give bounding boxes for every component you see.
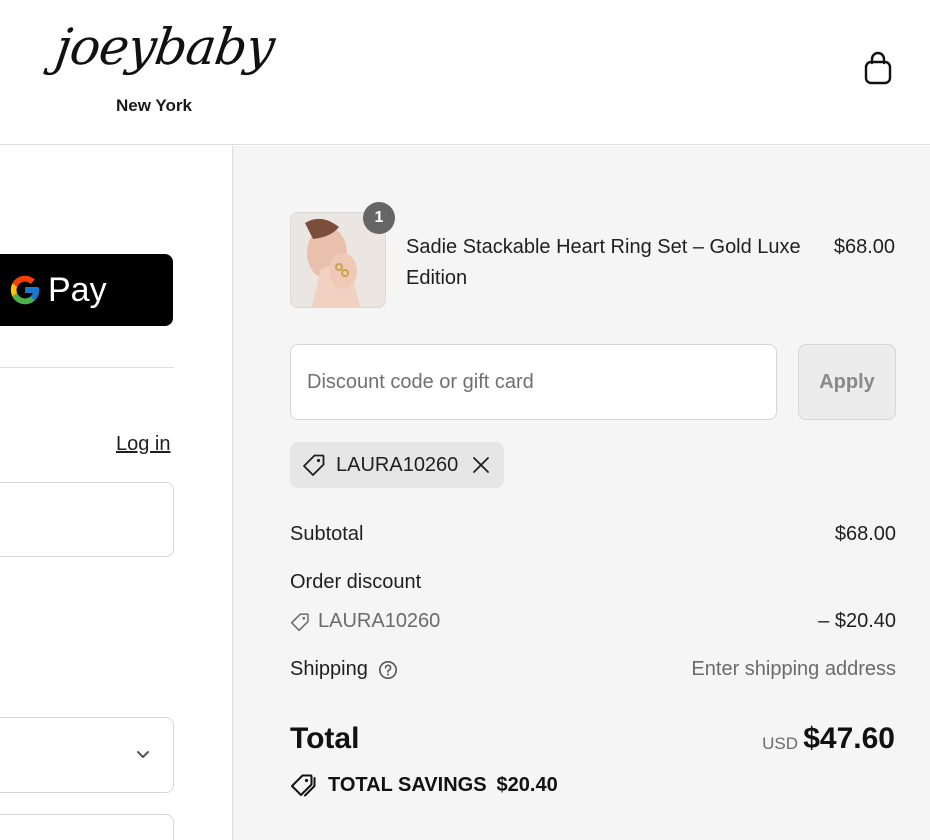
name-field[interactable] [0, 814, 174, 840]
product-price: $68.00 [833, 236, 895, 258]
apply-discount-button[interactable]: Apply [798, 344, 896, 420]
total-value: $47.60 [803, 722, 895, 755]
logo-subtitle: New York [116, 96, 192, 115]
logo-script: joeybaby [51, 18, 278, 76]
total-savings: TOTAL SAVINGS $20.40 [290, 773, 558, 797]
savings-label: TOTAL SAVINGS [328, 773, 487, 796]
total-label: Total [290, 722, 360, 755]
question-circle-icon [378, 660, 397, 679]
shopping-bag-icon [864, 51, 892, 85]
applied-discount-chip: LAURA10260 [290, 442, 505, 488]
divider [0, 367, 174, 368]
savings-tag-icon [291, 774, 316, 797]
google-g-icon [10, 275, 40, 305]
close-icon [473, 457, 490, 473]
store-logo[interactable]: joeybaby New York [52, 18, 278, 118]
country-select[interactable] [0, 717, 174, 793]
google-pay-label: Pay [48, 270, 107, 309]
shipping-label: Shipping [290, 658, 368, 680]
applied-code-label: LAURA10260 [336, 453, 459, 476]
order-discount-code-row: LAURA10260 – $20.40 [290, 610, 896, 633]
subtotal-label: Subtotal [290, 523, 364, 545]
tag-icon [303, 454, 325, 476]
subtotal-row: Subtotal $68.00 [290, 523, 896, 546]
shipping-value: Enter shipping address [691, 658, 896, 680]
order-summary: 1 Sadie Stackable Heart Ring Set – Gold … [232, 146, 930, 840]
order-discount-label: Order discount [290, 571, 422, 593]
login-link[interactable]: Log in [116, 433, 171, 456]
order-discount-value: – $20.40 [818, 610, 896, 632]
discount-code-input[interactable] [290, 344, 777, 420]
cart-button[interactable] [858, 48, 898, 88]
total-currency: USD [762, 734, 798, 753]
tag-icon [290, 612, 309, 631]
subtotal-value: $68.00 [834, 523, 896, 545]
shipping-row: Shipping Enter shipping address [290, 658, 896, 681]
chevron-down-icon [137, 751, 149, 758]
site-header: joeybaby New York [0, 0, 930, 145]
remove-discount-button[interactable] [472, 456, 490, 474]
order-discount-code: LAURA10260 [318, 610, 441, 632]
savings-value: $20.40 [496, 773, 558, 796]
google-pay-button[interactable]: Pay [0, 254, 173, 326]
order-discount-row: Order discount [290, 571, 896, 594]
product-name: Sadie Stackable Heart Ring Set – Gold Lu… [406, 236, 801, 289]
checkout-form: Pay Log in [0, 146, 232, 840]
quantity-badge: 1 [363, 202, 395, 234]
help-icon[interactable] [378, 660, 398, 680]
email-field[interactable] [0, 482, 174, 557]
